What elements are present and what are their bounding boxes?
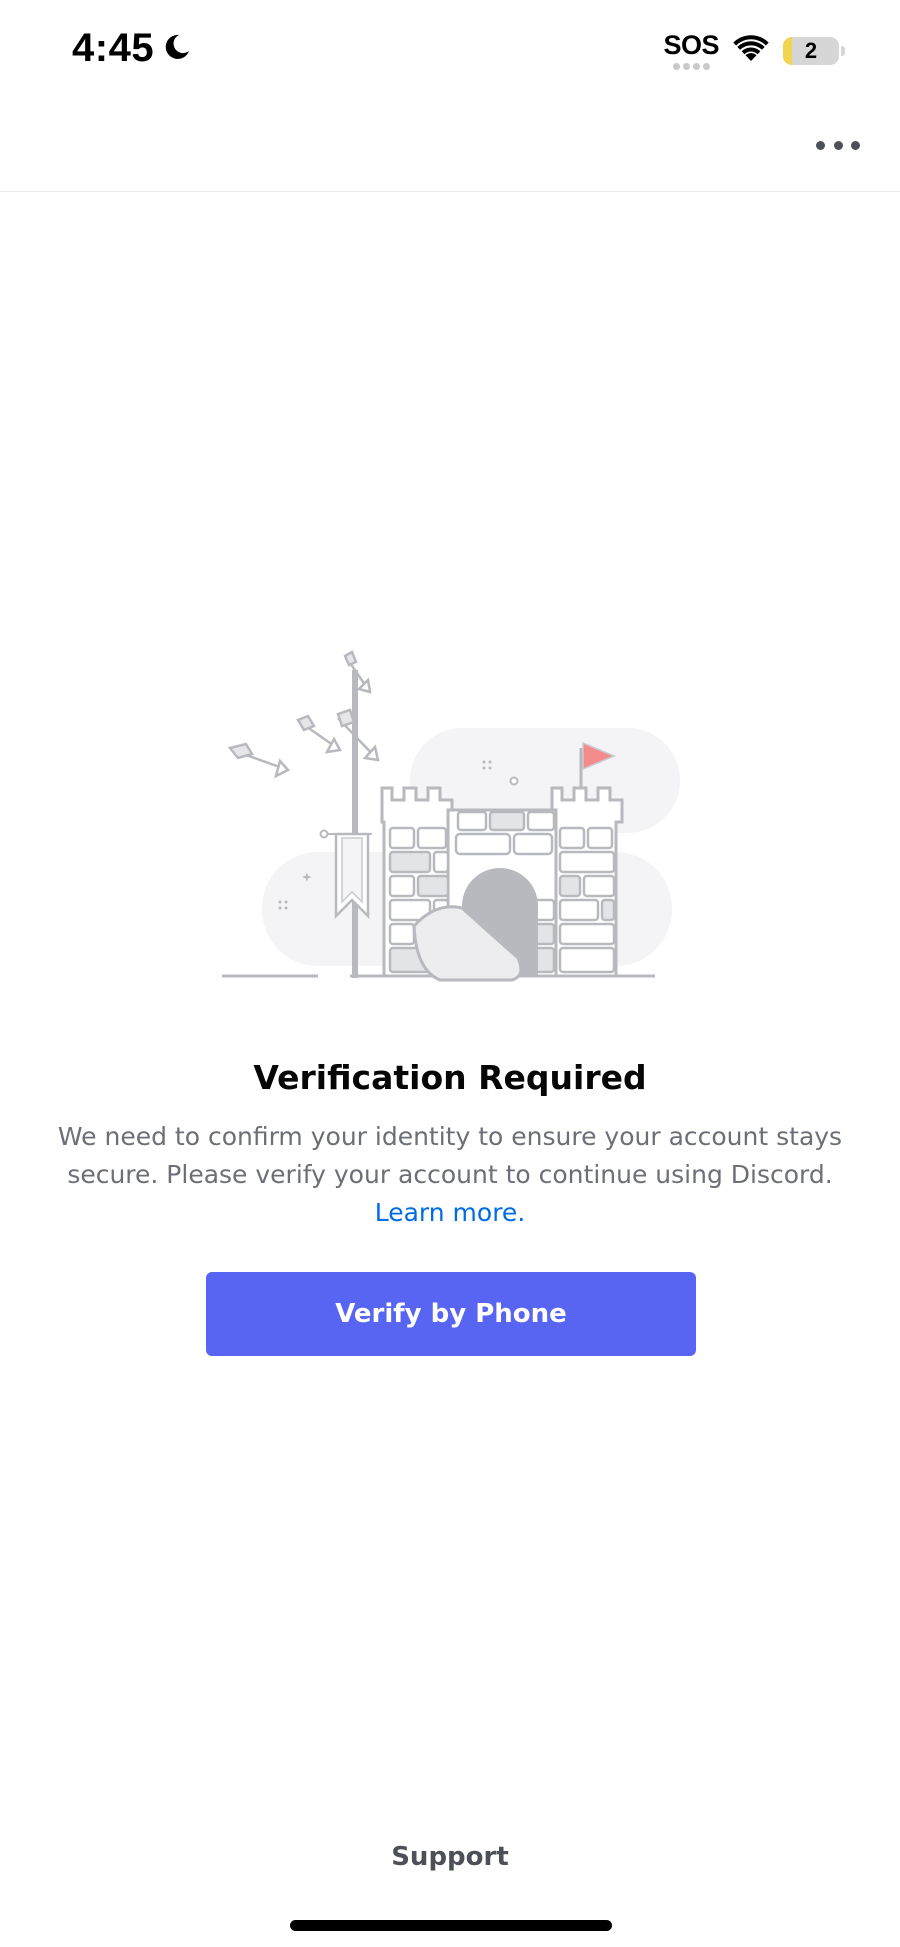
description-text: We need to confirm your identity to ensu… bbox=[57, 1122, 843, 1189]
battery-level: 2 bbox=[804, 38, 818, 63]
more-options-button[interactable] bbox=[816, 130, 860, 160]
verify-by-phone-button[interactable]: Verify by Phone bbox=[206, 1272, 696, 1356]
battery-icon: 2 bbox=[783, 37, 839, 65]
wifi-icon bbox=[733, 35, 769, 67]
sos-label: SOS bbox=[663, 30, 719, 60]
sos-indicator: SOS bbox=[663, 32, 719, 70]
status-time: 4:45 bbox=[72, 26, 155, 70]
signal-dots bbox=[663, 63, 719, 70]
status-bar: 4:45 SOS 2 bbox=[0, 0, 900, 100]
castle-siege-illustration bbox=[222, 650, 680, 982]
castle-illustration bbox=[200, 640, 700, 990]
page-title: Verification Required bbox=[253, 1058, 647, 1097]
learn-more-link[interactable]: Learn more. bbox=[0, 1194, 900, 1232]
moon-icon bbox=[162, 32, 192, 66]
top-nav bbox=[0, 100, 900, 192]
status-right: SOS 2 bbox=[663, 32, 845, 70]
support-link[interactable]: Support bbox=[0, 1842, 900, 1872]
more-horizontal-icon bbox=[816, 140, 825, 150]
time-group: 4:45 bbox=[72, 26, 192, 71]
verification-screen: 4:45 SOS 2 Verification Required We need… bbox=[0, 0, 900, 1947]
battery-group: 2 bbox=[783, 37, 845, 65]
home-indicator[interactable] bbox=[290, 1920, 612, 1931]
